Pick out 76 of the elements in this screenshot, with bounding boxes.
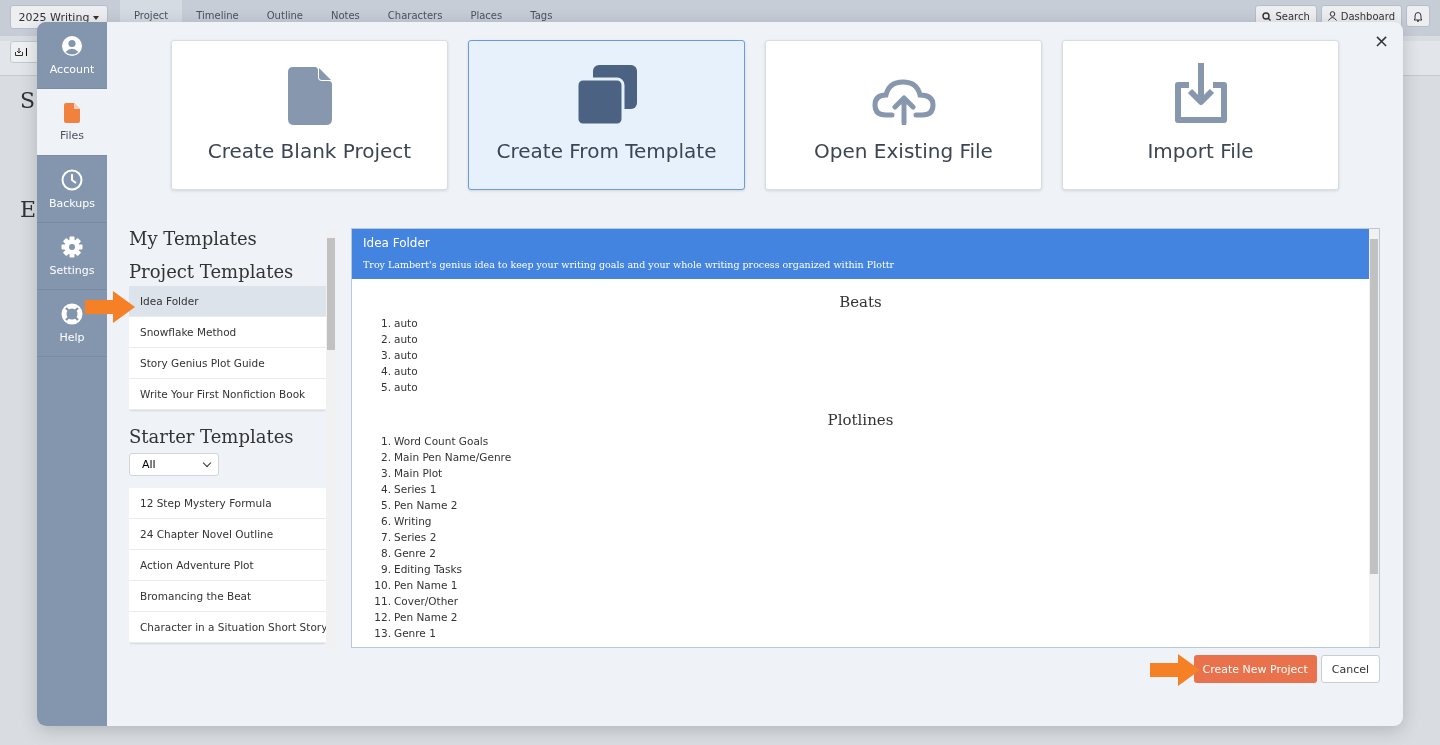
list-item: Writing [394,515,432,529]
import-button[interactable]: I [10,41,40,63]
list-number: 9. [379,563,392,577]
template-item[interactable]: Bromancing the Beat [129,581,326,612]
template-item[interactable]: Write Your First Nonfiction Book [129,379,326,410]
list-number: 3. [379,349,392,363]
list-number: 2. [379,451,392,465]
list-item: Pen Name 1 [394,579,458,593]
action-card[interactable]: Create From Template [468,40,745,190]
cloud-upload-icon [871,79,936,125]
action-card[interactable]: Import File [1062,40,1339,190]
list-item: Cover/Other [394,595,459,609]
list-item: Editing Tasks [394,563,463,577]
list-item: auto [394,349,418,363]
lifebuoy-icon [61,302,83,325]
list-item: Genre 2 [394,547,436,561]
list-item: auto [394,317,418,331]
section-heading: Beats [838,293,883,311]
search-icon [1262,11,1272,21]
template-item[interactable]: Story Genius Plot Guide [129,348,326,379]
close-button[interactable]: × [1373,30,1389,51]
list-item: Pen Name 2 [394,611,458,625]
action-card[interactable]: Open Existing File [765,40,1042,190]
list-number: 3. [379,467,392,481]
list-number: 4. [379,365,392,379]
template-item[interactable]: 12 Step Mystery Formula [129,488,326,519]
list-item: Genre 1 [394,627,436,641]
file-icon [287,67,332,125]
list-item: Main Plot [394,467,443,481]
action-card[interactable]: Create Blank Project [171,40,448,190]
download-icon [15,48,23,56]
list-number: 1. [379,317,392,331]
list-number: 8. [379,547,392,561]
user-icon [1327,11,1337,21]
list-number: 5. [379,499,392,513]
file-icon [64,102,80,123]
notification-button[interactable] [1406,5,1430,27]
template-item[interactable]: Idea Folder [129,286,326,317]
import-icon [1172,63,1229,125]
list-number: 10. [373,579,392,593]
list-number: 11. [373,595,392,609]
page-heading: E [20,197,37,222]
copy-icon [576,65,637,125]
template-title: Idea Folder [363,236,431,250]
clock-icon [61,168,83,191]
section-heading: My Templates [129,228,258,249]
list-number: 13. [373,627,392,641]
user-icon [61,34,83,57]
filter-dropdown[interactable]: All [129,453,219,476]
page-heading: S [20,88,36,113]
settings-icon [61,235,83,258]
list-item: Word Count Goals [394,435,489,449]
section-heading: Plotlines [826,411,895,429]
list-item: auto [394,365,418,379]
list-number: 2. [379,333,392,347]
list-item: Series 1 [394,483,437,497]
list-item: auto [394,333,418,347]
list-item: Main Pen Name/Genre [394,451,512,465]
template-item[interactable]: Snowflake Method [129,317,326,348]
sidebar-item[interactable]: Files [37,89,107,156]
cancel-button[interactable]: Cancel [1320,655,1380,683]
list-number: 5. [379,381,392,395]
list-number: 6. [379,515,392,529]
list-number: 7. [379,531,392,545]
list-item: Series 2 [394,531,437,545]
template-item[interactable]: Action Adventure Plot [129,550,326,581]
template-description: Troy Lambert's genius idea to keep your writing goals and your whole writing process organized within Plottr [363,259,896,270]
section-heading: Project Templates [129,261,295,282]
list-number: 12. [373,611,392,625]
list-number: 4. [379,483,392,497]
template-item[interactable]: 24 Chapter Novel Outline [129,519,326,550]
list-item: auto [394,381,418,395]
section-heading: Starter Templates [129,426,295,447]
bell-icon [1413,10,1423,22]
list-number: 1. [379,435,392,449]
list-item: Pen Name 2 [394,499,458,513]
